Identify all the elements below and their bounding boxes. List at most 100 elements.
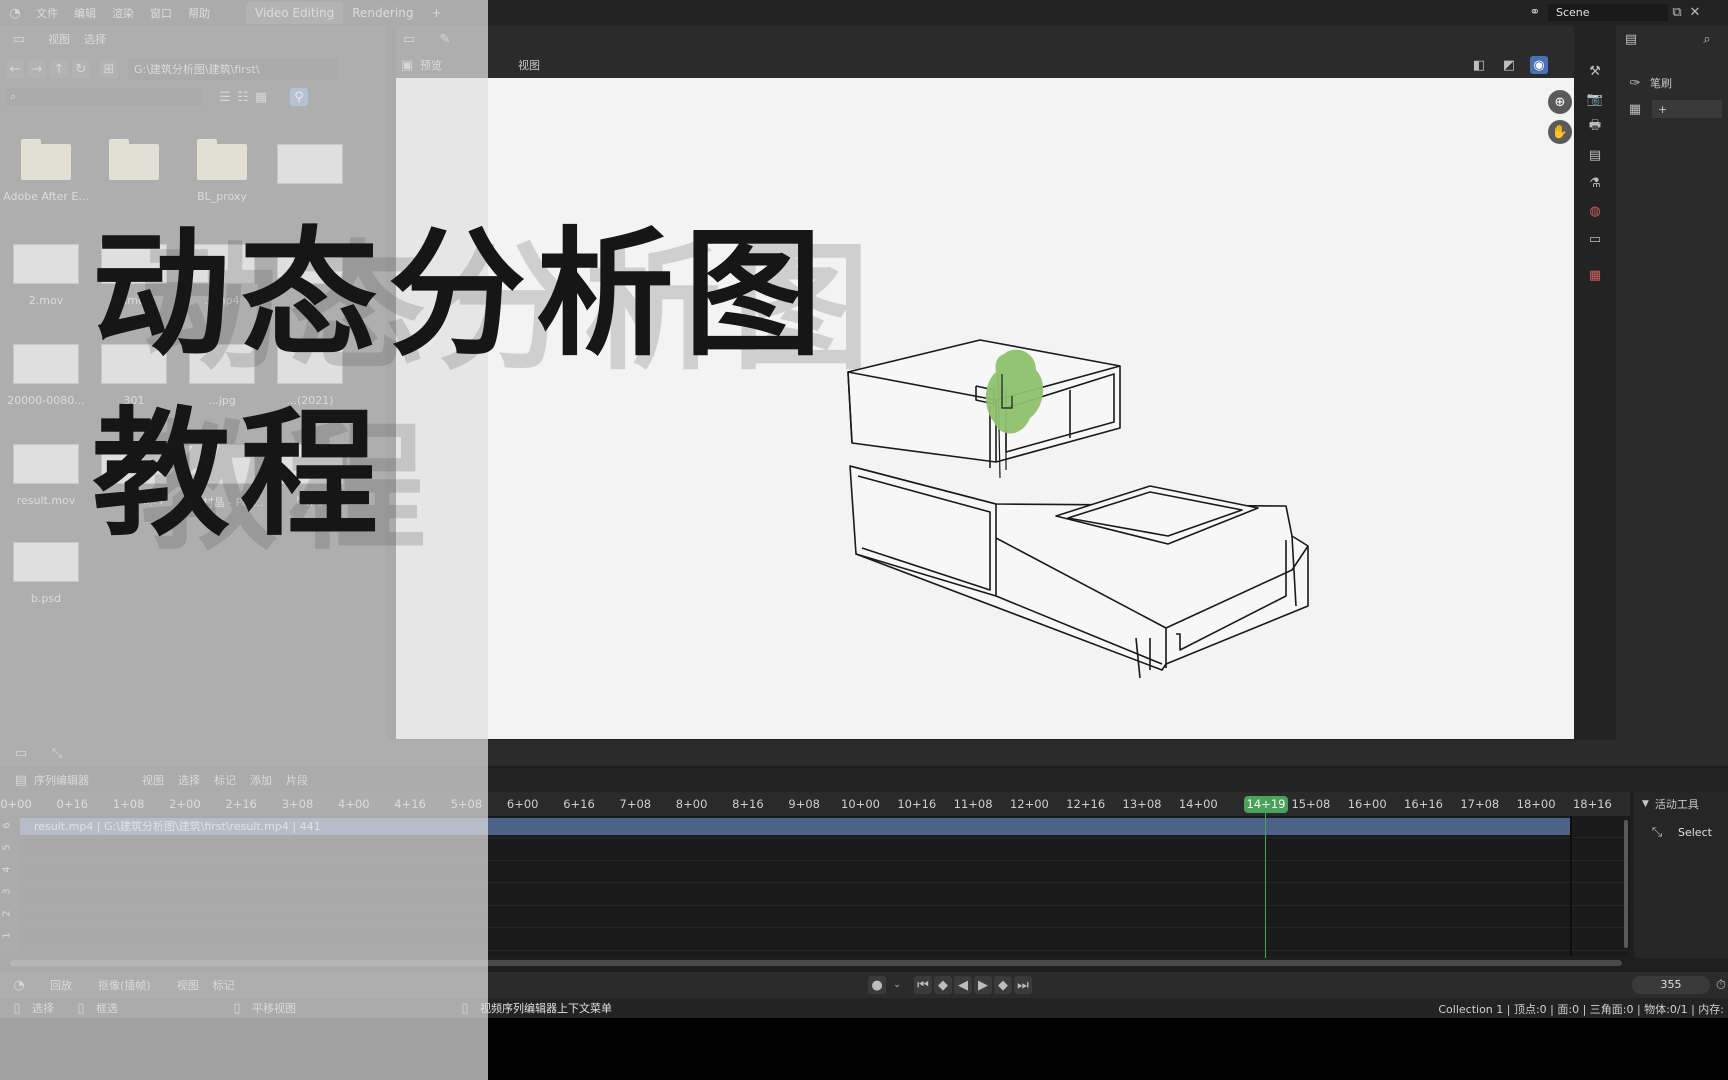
brush-tool-icon[interactable]: ✎	[436, 30, 454, 48]
preview-menu-view[interactable]: 视图	[518, 57, 540, 73]
back-arrow-icon[interactable]: ←	[6, 60, 24, 78]
properties-editor-icon[interactable]: ▤	[1622, 30, 1640, 48]
scene-selector[interactable]: ⚭ Scene ⧉ ✕	[1526, 3, 1704, 21]
ruler-tick-label: 11+08	[953, 797, 993, 811]
copy-scene-icon[interactable]: ⧉	[1668, 3, 1686, 21]
channel-row[interactable]	[20, 839, 1630, 861]
scene-name[interactable]: Scene	[1548, 3, 1668, 21]
new-folder-icon[interactable]: ⊞	[100, 60, 118, 78]
seq-menu-view[interactable]: 视图	[142, 772, 164, 788]
stopwatch-icon[interactable]: ⏱	[1712, 976, 1728, 994]
file-item[interactable]: result.mov	[2, 444, 90, 507]
play-icon[interactable]: ▶	[974, 976, 992, 994]
channel-row[interactable]	[20, 906, 1630, 928]
menu-render[interactable]: 渲染	[112, 5, 134, 21]
pan-gizmo[interactable]: ✋	[1548, 120, 1572, 144]
time-ruler[interactable]: 0+00 0+16 1+08 2+00 2+16 3+08 4+00 4+16 5+08 6+00…	[0, 792, 1630, 816]
record-icon[interactable]: ●	[868, 976, 886, 994]
jump-start-icon[interactable]: ⏮	[914, 976, 932, 994]
channel-area[interactable]	[0, 816, 1630, 956]
collapse-arrow-icon[interactable]: ▼	[1642, 799, 1649, 809]
select-tool-icon[interactable]: ⤡	[48, 744, 66, 762]
timeline-editor-icon[interactable]: ◔	[10, 976, 28, 994]
jump-end-icon[interactable]: ⏭	[1014, 976, 1032, 994]
world-tab-icon[interactable]: ◍	[1586, 202, 1604, 220]
timeline-menu-view[interactable]: 视图	[177, 977, 199, 993]
timeline-menu-marker[interactable]: 标记	[213, 977, 235, 993]
play-reverse-icon[interactable]: ◀	[954, 976, 972, 994]
file-thumbnail-icon	[13, 344, 79, 384]
file-item[interactable]: 20000-0080...	[2, 344, 90, 407]
add-brush-button[interactable]: +	[1652, 100, 1722, 118]
sequencer-editor-name[interactable]: 序列编辑器	[34, 772, 120, 788]
list-vertical-icon[interactable]: ☰	[216, 88, 234, 106]
view-layer-tab-icon[interactable]: ▤	[1586, 146, 1604, 164]
channel-row[interactable]	[20, 929, 1630, 951]
tab-rendering[interactable]: Rendering	[343, 2, 422, 24]
ruler-tick-label: 7+08	[619, 797, 652, 811]
thumbnails-icon[interactable]: ▦	[252, 88, 270, 106]
menu-help[interactable]: 帮助	[188, 5, 210, 21]
editor-type-icon[interactable]: ▭	[400, 30, 418, 48]
file-item[interactable]: b.psd	[2, 542, 90, 605]
channel-row[interactable]	[20, 861, 1630, 883]
select-cursor-icon[interactable]: ⤡	[1648, 823, 1666, 841]
menu-file[interactable]: 文件	[36, 5, 58, 21]
collection-tab-icon[interactable]: ▭	[1586, 230, 1604, 248]
scene-tab-icon[interactable]: ⚗	[1586, 174, 1604, 192]
checker-icon[interactable]: ▦	[1626, 100, 1644, 118]
add-workspace-icon[interactable]: +	[423, 2, 451, 24]
blender-logo-icon[interactable]: ◔	[6, 4, 24, 22]
preview-mode-select[interactable]: 预览	[420, 57, 506, 73]
tool-tab-icon[interactable]: ⚒	[1586, 62, 1604, 80]
vertical-scrollbar[interactable]	[1624, 820, 1628, 948]
file-item[interactable]: Adobe After E...	[2, 139, 90, 203]
scene-icon: ⚭	[1529, 4, 1541, 20]
seq-menu-select[interactable]: 选择	[178, 772, 200, 788]
list-horizontal-icon[interactable]: ☷	[234, 88, 252, 106]
seq-menu-marker[interactable]: 标记	[214, 772, 236, 788]
horizontal-scrollbar[interactable]	[10, 960, 1622, 966]
timeline-menu-playback[interactable]: 回放	[50, 977, 72, 993]
playhead-line[interactable]	[1265, 813, 1266, 958]
properties-search-icon[interactable]: ⌕	[1698, 30, 1716, 48]
current-frame-field[interactable]: 355	[1632, 976, 1710, 994]
ruler-tick-label: 18+00	[1516, 797, 1556, 811]
tab-video-editing[interactable]: Video Editing	[246, 2, 344, 24]
parent-dir-icon[interactable]: ↑	[50, 60, 68, 78]
refresh-icon[interactable]: ↻	[72, 60, 90, 78]
texture-tab-icon[interactable]: ▦	[1586, 266, 1604, 284]
display-channels-icon[interactable]: ◧	[1470, 56, 1488, 74]
menu-edit[interactable]: 编辑	[74, 5, 96, 21]
file-browser-menu-view[interactable]: 视图	[48, 31, 70, 47]
mouse-middle-icon: ▯	[233, 1000, 241, 1016]
gizmo-icon[interactable]: ◉	[1530, 56, 1548, 74]
pan-hand-icon[interactable]: ✋	[1548, 120, 1572, 144]
seq-menu-strip[interactable]: 片段	[286, 772, 308, 788]
output-tab-icon[interactable]: 🖶	[1586, 118, 1604, 136]
active-tool-name[interactable]: Select	[1678, 826, 1712, 839]
filter-icon[interactable]: ⚲	[290, 88, 308, 106]
seq-menu-add[interactable]: 添加	[250, 772, 272, 788]
next-keyframe-icon[interactable]: ◆	[994, 976, 1012, 994]
forward-arrow-icon[interactable]: →	[28, 60, 46, 78]
search-field[interactable]: ⌕	[6, 88, 202, 106]
path-field[interactable]: G:\建筑分析图\建筑\first\	[128, 58, 338, 80]
movie-strip[interactable]: result.mp4 | G:\建筑分析图\建筑\first\result.mp…	[20, 818, 1572, 835]
file-browser-menu-select[interactable]: 选择	[84, 31, 106, 47]
channel-row[interactable]	[20, 884, 1630, 906]
overlay-icon[interactable]: ◩	[1500, 56, 1518, 74]
render-tab-icon[interactable]: 📷	[1586, 90, 1604, 108]
record-options-icon[interactable]: ⌄	[888, 976, 906, 994]
folder-editor-icon[interactable]: ▭	[10, 30, 28, 48]
playhead-frame-label[interactable]: 14+19	[1244, 796, 1288, 813]
timeline-menu-keying[interactable]: 抠像(插帧)	[98, 977, 151, 993]
sequencer-editor-icon[interactable]: ▭	[12, 744, 30, 762]
menu-window[interactable]: 窗口	[150, 5, 172, 21]
zoom-gizmo[interactable]: ⊕	[1548, 90, 1572, 114]
sequencer-preview[interactable]	[396, 78, 1574, 739]
prev-keyframe-icon[interactable]: ◆	[934, 976, 952, 994]
zoom-icon[interactable]: ⊕	[1548, 90, 1572, 114]
file-item[interactable]: 2.mov	[2, 244, 90, 307]
close-scene-icon[interactable]: ✕	[1686, 3, 1704, 21]
